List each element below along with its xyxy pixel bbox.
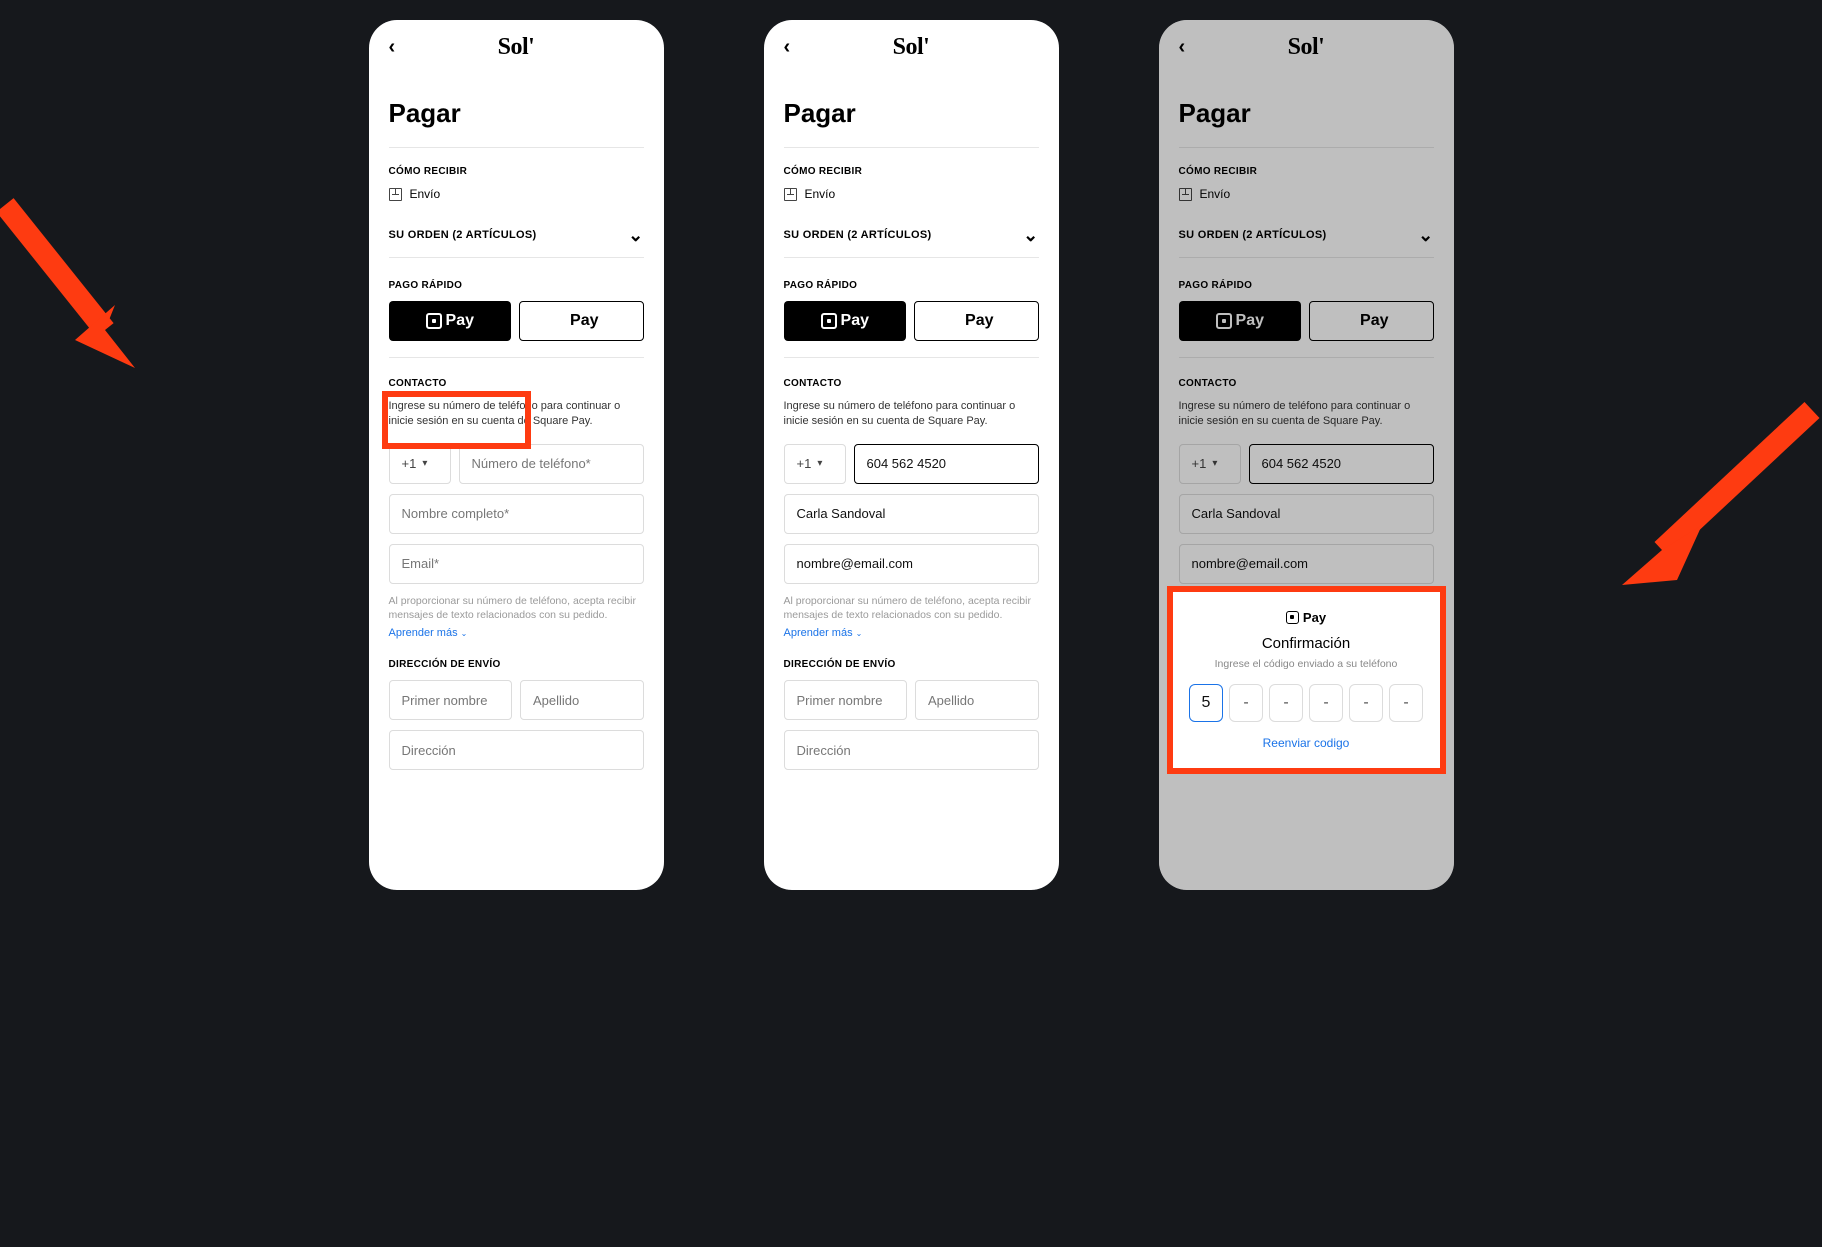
code-input-row: 5 - - - - - (1185, 684, 1428, 722)
apple-pay-button[interactable]: Pay (914, 301, 1039, 341)
last-name-input[interactable]: Apellido (915, 680, 1039, 720)
order-label: SU ORDEN (2 ARTÍCULOS) (1179, 229, 1327, 241)
chevron-down-icon: ▾ (817, 458, 822, 469)
phone-input[interactable]: Número de teléfono* (459, 444, 644, 484)
email-input[interactable]: Email* (389, 544, 644, 584)
address-input[interactable]: Dirección (784, 730, 1039, 770)
square-logo-icon (821, 313, 837, 329)
name-input[interactable]: Nombre completo* (389, 494, 644, 534)
chevron-down-icon: ⌄ (461, 629, 468, 638)
receive-label: CÓMO RECIBIR (784, 166, 1039, 177)
apple-pay-button[interactable]: Pay (1309, 301, 1434, 341)
back-icon[interactable]: ‹ (1179, 36, 1186, 59)
square-pay-button[interactable]: Pay (389, 301, 512, 341)
phone-input[interactable]: 604 562 4520 (854, 444, 1039, 484)
divider (389, 357, 644, 358)
contact-label: CONTACTO (389, 378, 644, 389)
divider (389, 147, 644, 148)
contact-description: Ingrese su número de teléfono para conti… (389, 399, 644, 430)
receive-label: CÓMO RECIBIR (389, 166, 644, 177)
country-code-select[interactable]: +1 ▾ (389, 444, 451, 484)
country-code-select[interactable]: +1 ▾ (1179, 444, 1241, 484)
learn-more-link[interactable]: Aprender más ⌄ (784, 627, 863, 639)
square-pay-label: Pay (446, 312, 474, 330)
email-input[interactable]: nombre@email.com (1179, 544, 1434, 584)
order-accordion[interactable]: SU ORDEN (2 ARTÍCULOS) ⌄ (389, 225, 644, 258)
ship-row: Envío (389, 187, 644, 201)
checkout-screen-filled: ‹ Sol' Pagar CÓMO RECIBIR Envío SU ORDEN… (764, 20, 1059, 890)
order-label: SU ORDEN (2 ARTÍCULOS) (389, 229, 537, 241)
brand-logo: Sol' (893, 34, 930, 61)
code-digit-2[interactable]: - (1229, 684, 1263, 722)
code-digit-1[interactable]: 5 (1189, 684, 1223, 722)
fine-print: Al proporcionar su número de teléfono, a… (389, 594, 644, 623)
page-title: Pagar (1179, 98, 1434, 129)
name-input[interactable]: Carla Sandoval (1179, 494, 1434, 534)
address-input[interactable]: Dirección (389, 730, 644, 770)
fast-pay-label: PAGO RÁPIDO (784, 280, 1039, 291)
ship-label: Envío (1200, 187, 1231, 201)
contact-label: CONTACTO (1179, 378, 1434, 389)
brand-logo: Sol' (498, 34, 535, 61)
last-name-input[interactable]: Apellido (520, 680, 644, 720)
divider (1179, 357, 1434, 358)
apple-pay-label: Pay (570, 312, 598, 330)
order-accordion[interactable]: SU ORDEN (2 ARTÍCULOS) ⌄ (1179, 225, 1434, 258)
country-code-select[interactable]: +1 ▾ (784, 444, 846, 484)
ship-row: Envío (784, 187, 1039, 201)
contact-description: Ingrese su número de teléfono para conti… (784, 399, 1039, 430)
ship-label: Envío (410, 187, 441, 201)
page-title: Pagar (784, 98, 1039, 129)
fast-pay-label: PAGO RÁPIDO (389, 280, 644, 291)
phone-input[interactable]: 604 562 4520 (1249, 444, 1434, 484)
square-pay-button[interactable]: Pay (784, 301, 907, 341)
first-name-input[interactable]: Primer nombre (389, 680, 513, 720)
contact-label: CONTACTO (784, 378, 1039, 389)
square-logo-icon (426, 313, 442, 329)
checkout-screen-empty: ‹ Sol' Pagar CÓMO RECIBIR Envío SU ORDEN… (369, 20, 664, 890)
first-name-input[interactable]: Primer nombre (784, 680, 908, 720)
chevron-down-icon: ▾ (1212, 458, 1217, 469)
divider (1179, 147, 1434, 148)
square-pay-button[interactable]: Pay (1179, 301, 1302, 341)
modal-title: Confirmación (1185, 635, 1428, 652)
ship-label: Envío (805, 187, 836, 201)
modal-pay-logo: Pay (1286, 610, 1326, 625)
ship-row: Envío (1179, 187, 1434, 201)
order-label: SU ORDEN (2 ARTÍCULOS) (784, 229, 932, 241)
code-digit-4[interactable]: - (1309, 684, 1343, 722)
resend-code-link[interactable]: Reenviar codigo (1185, 736, 1428, 750)
receive-label: CÓMO RECIBIR (1179, 166, 1434, 177)
apple-pay-button[interactable]: Pay (519, 301, 644, 341)
package-icon (389, 188, 402, 201)
square-logo-icon (1216, 313, 1232, 329)
code-digit-6[interactable]: - (1389, 684, 1423, 722)
package-icon (784, 188, 797, 201)
fine-print: Al proporcionar su número de teléfono, a… (784, 594, 1039, 623)
square-logo-icon (1286, 611, 1299, 624)
learn-more-link[interactable]: Aprender más ⌄ (389, 627, 468, 639)
email-input[interactable]: nombre@email.com (784, 544, 1039, 584)
back-icon[interactable]: ‹ (389, 36, 396, 59)
contact-description: Ingrese su número de teléfono para conti… (1179, 399, 1434, 430)
shipping-label: DIRECCIÓN DE ENVÍO (389, 659, 644, 670)
brand-logo: Sol' (1288, 34, 1325, 61)
page-title: Pagar (389, 98, 644, 129)
order-accordion[interactable]: SU ORDEN (2 ARTÍCULOS) ⌄ (784, 225, 1039, 258)
chevron-down-icon: ⌄ (856, 629, 863, 638)
package-icon (1179, 188, 1192, 201)
modal-subtitle: Ingrese el código enviado a su teléfono (1185, 658, 1428, 670)
chevron-down-icon: ▾ (422, 458, 427, 469)
fast-pay-label: PAGO RÁPIDO (1179, 280, 1434, 291)
divider (784, 147, 1039, 148)
shipping-label: DIRECCIÓN DE ENVÍO (784, 659, 1039, 670)
code-digit-5[interactable]: - (1349, 684, 1383, 722)
name-input[interactable]: Carla Sandoval (784, 494, 1039, 534)
confirmation-modal: Pay Confirmación Ingrese el código envia… (1167, 586, 1446, 774)
code-digit-3[interactable]: - (1269, 684, 1303, 722)
divider (784, 357, 1039, 358)
back-icon[interactable]: ‹ (784, 36, 791, 59)
